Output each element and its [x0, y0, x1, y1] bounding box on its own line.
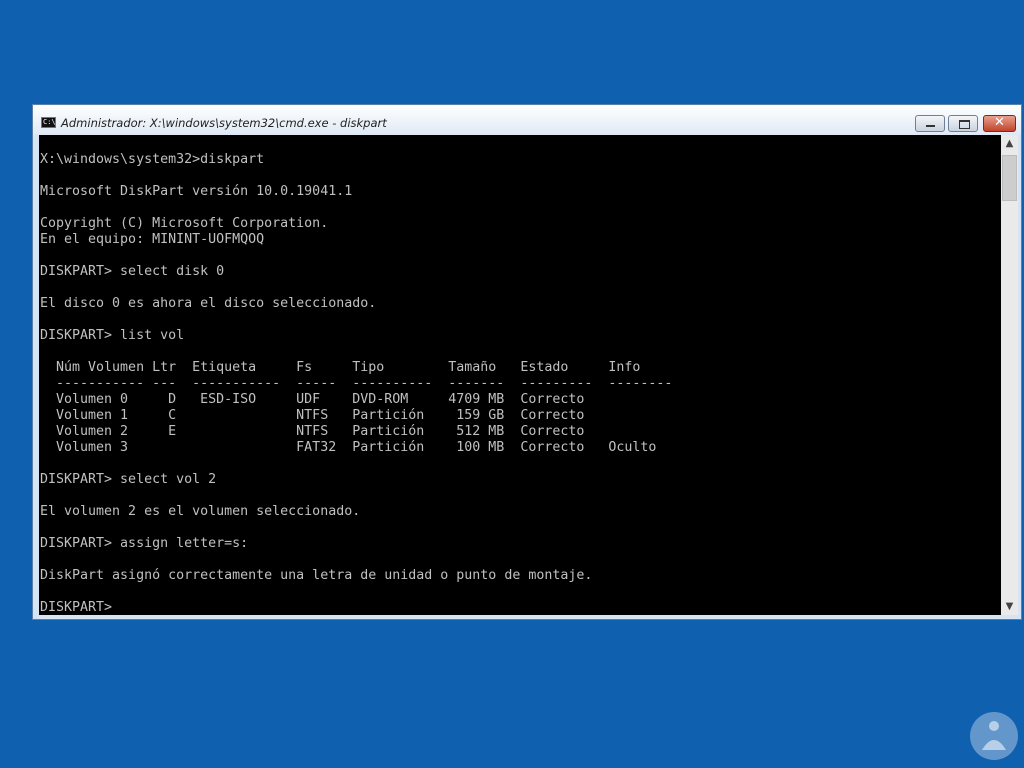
- close-icon: ✕: [994, 115, 1005, 130]
- title-bar[interactable]: C:\ Administrador: X:\windows\system32\c…: [33, 105, 1021, 135]
- console-line: Volumen 0 D ESD-ISO UDF DVD-ROM 4709 MB …: [40, 392, 585, 407]
- console-line: DISKPART> assign letter=s:: [40, 536, 249, 551]
- scroll-up-icon[interactable]: ▲: [1001, 135, 1018, 152]
- console-line: Volumen 1 C NTFS Partición 159 GB Correc…: [40, 408, 585, 423]
- console-line: DISKPART> list vol: [40, 328, 185, 343]
- desktop: { "window": { "title": "Administrador: X…: [0, 0, 1024, 768]
- console-line: Núm Volumen Ltr Etiqueta Fs Tipo Tamaño …: [40, 360, 641, 375]
- console-line: Microsoft DiskPart versión 10.0.19041.1: [40, 184, 353, 199]
- console-line: Volumen 3 FAT32 Partición 100 MB Correct…: [40, 440, 657, 455]
- console-line: En el equipo: MININT-UOFMQOQ: [40, 232, 265, 247]
- close-button[interactable]: ✕: [983, 115, 1016, 132]
- console-line: Volumen 2 E NTFS Partición 512 MB Correc…: [40, 424, 585, 439]
- cmd-icon-label: C:\: [43, 118, 56, 126]
- maximize-icon: [959, 120, 970, 129]
- console-line: DiskPart asignó correctamente una letra …: [40, 568, 593, 583]
- vertical-scrollbar[interactable]: ▲ ▼: [1001, 135, 1018, 615]
- console-line: DISKPART>: [40, 600, 113, 615]
- console-line: El disco 0 es ahora el disco seleccionad…: [40, 296, 377, 311]
- console-line: DISKPART> select disk 0: [40, 264, 225, 279]
- console-line: ----------- --- ----------- ----- ------…: [40, 376, 673, 391]
- logo-watermark-icon: [970, 712, 1018, 760]
- scroll-thumb[interactable]: [1002, 155, 1017, 201]
- console-output[interactable]: X:\windows\system32>diskpart Microsoft Di…: [39, 135, 1001, 615]
- cmd-window: C:\ Administrador: X:\windows\system32\c…: [32, 104, 1022, 620]
- minimize-icon: [926, 125, 935, 127]
- maximize-button[interactable]: [948, 115, 978, 132]
- console-line: DISKPART> select vol 2: [40, 472, 217, 487]
- scroll-down-icon[interactable]: ▼: [1001, 598, 1018, 615]
- window-title: Administrador: X:\windows\system32\cmd.e…: [61, 116, 387, 130]
- cmd-icon[interactable]: C:\: [41, 117, 56, 128]
- minimize-button[interactable]: [915, 115, 945, 132]
- console-line: El volumen 2 es el volumen seleccionado.: [40, 504, 361, 519]
- console-line: Copyright (C) Microsoft Corporation.: [40, 216, 329, 231]
- console-line: X:\windows\system32>diskpart: [40, 152, 265, 167]
